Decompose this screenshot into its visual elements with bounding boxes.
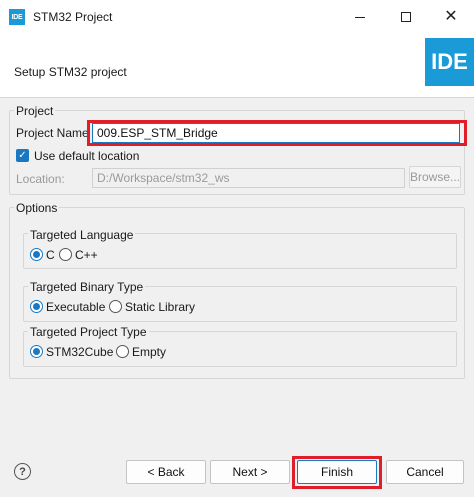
project-type-empty-radio[interactable] [116,345,129,358]
binary-executable-radio[interactable] [30,300,43,313]
wizard-header: Setup STM32 project IDE [0,34,474,98]
project-type-group-title: Targeted Project Type [28,325,149,339]
binary-executable-label: Executable [46,300,106,314]
binary-static-library-label: Static Library [125,300,196,314]
project-name-label: Project Name [16,126,89,140]
location-input[interactable] [92,168,405,188]
project-type-stm32cube-radio[interactable] [30,345,43,358]
maximize-button[interactable] [383,0,429,34]
location-label: Location: [16,172,65,186]
project-name-highlight [87,120,467,146]
close-icon: ✕ [444,8,458,25]
ide-logo: IDE [425,38,474,86]
next-button[interactable]: Next > [210,460,290,484]
title-bar: IDE STM32 Project ✕ [0,0,474,34]
back-button[interactable]: < Back [126,460,206,484]
use-default-location-label: Use default location [34,149,140,163]
language-group-title: Targeted Language [28,228,136,242]
project-type-empty-label: Empty [132,345,167,359]
binary-static-library-radio[interactable] [109,300,122,313]
options-group-title: Options [14,201,60,215]
minimize-button[interactable] [337,0,383,34]
use-default-location-checkbox[interactable]: ✓ [16,149,29,162]
app-icon: IDE [9,9,25,25]
minimize-icon [355,16,365,18]
wizard-description: Setup STM32 project [14,65,127,79]
binary-type-group-title: Targeted Binary Type [28,280,146,294]
language-c-label: C [46,248,55,262]
project-type-stm32cube-label: STM32Cube [46,345,114,359]
maximize-icon [401,12,411,22]
help-icon[interactable]: ? [14,463,31,480]
language-c-radio[interactable] [30,248,43,261]
project-group-title: Project [14,104,56,118]
cancel-button[interactable]: Cancel [386,460,464,484]
window-title: STM32 Project [33,10,113,24]
finish-highlight [292,456,382,489]
language-cpp-radio[interactable] [59,248,72,261]
close-button[interactable]: ✕ [428,0,474,34]
browse-button[interactable]: Browse... [409,166,461,188]
language-cpp-label: C++ [75,248,98,262]
